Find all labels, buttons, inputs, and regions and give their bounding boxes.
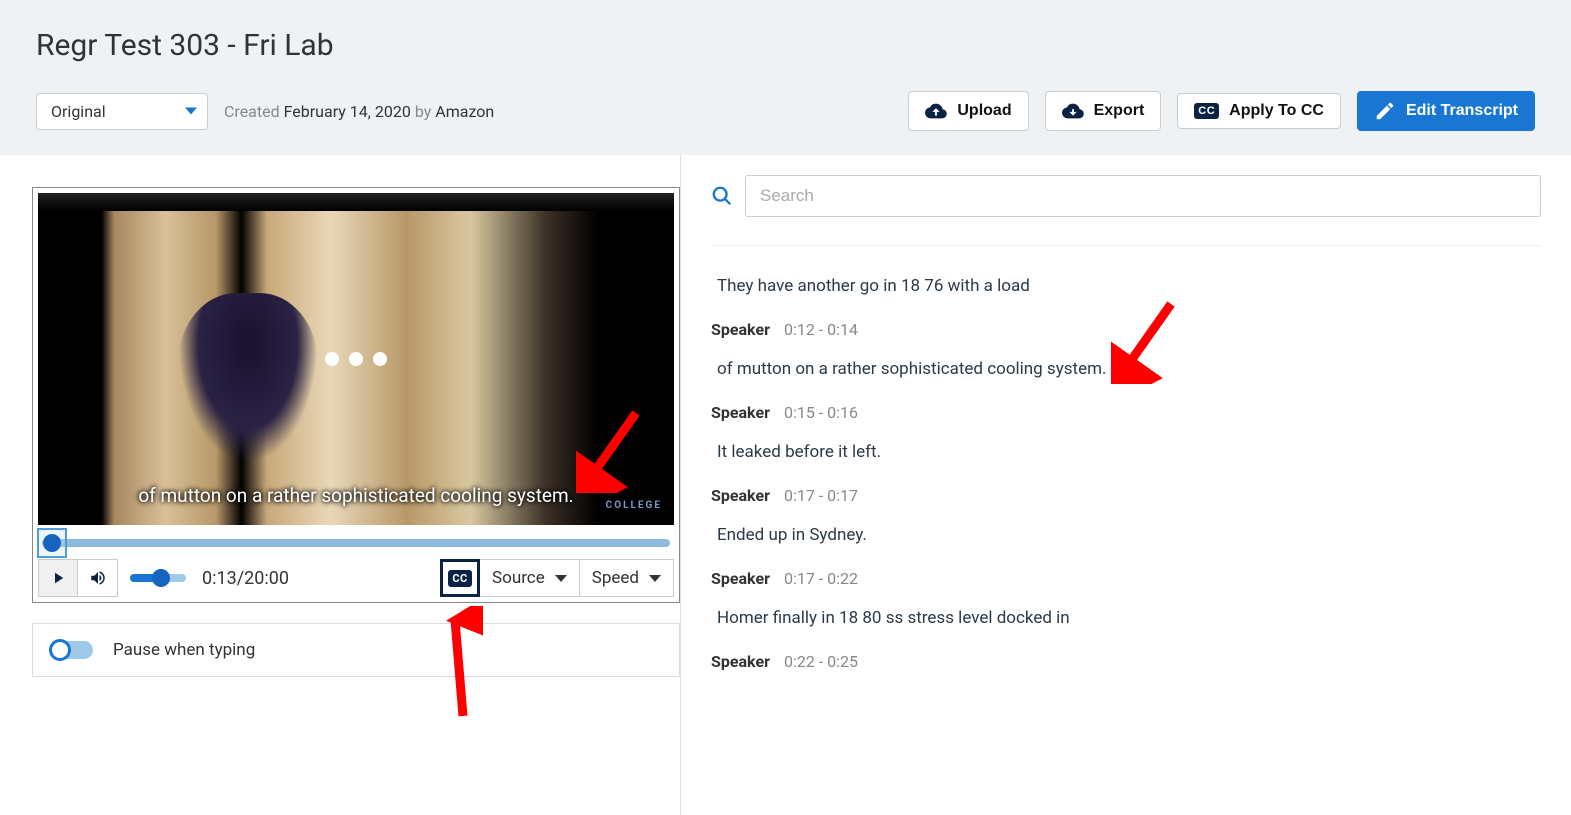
- edit-label: Edit Transcript: [1406, 102, 1518, 120]
- timestamp: 0:15 - 0:16: [784, 403, 858, 422]
- source-label: Source: [492, 568, 545, 588]
- header: Regr Test 303 - Fri Lab Original Created…: [0, 0, 1571, 155]
- caption-overlay: of mutton on a rather sophisticated cool…: [138, 484, 573, 507]
- volume-button[interactable]: [78, 559, 118, 597]
- transcript-scroll[interactable]: They have another go in 18 76 with a loa…: [711, 256, 1541, 756]
- divider: [711, 245, 1541, 246]
- created-text: Created February 14, 2020 by Amazon: [224, 102, 494, 121]
- created-by-prefix: by: [411, 102, 435, 121]
- speed-select[interactable]: Speed: [580, 559, 674, 597]
- speed-label: Speed: [592, 568, 639, 588]
- created-by: Amazon: [435, 102, 494, 121]
- pause-option-row: Pause when typing: [32, 623, 680, 677]
- search-input[interactable]: [745, 175, 1541, 217]
- search-icon: [711, 185, 733, 207]
- video-player: of mutton on a rather sophisticated cool…: [32, 187, 680, 603]
- transcript-line[interactable]: It leaked before it left.: [711, 442, 1523, 462]
- transcript-speaker: Speaker 0:22 - 0:25: [711, 652, 1523, 671]
- speaker-label: Speaker: [711, 569, 770, 588]
- upload-label: Upload: [957, 102, 1011, 120]
- volume-icon: [89, 569, 107, 587]
- play-icon: [49, 569, 67, 587]
- source-select[interactable]: Source: [480, 559, 580, 597]
- timestamp: 0:12 - 0:14: [784, 320, 858, 339]
- play-button[interactable]: [38, 559, 78, 597]
- chevron-down-icon: [555, 575, 567, 582]
- seek-thumb[interactable]: [37, 528, 67, 558]
- chevron-down-icon: [185, 108, 197, 115]
- version-selected: Original: [51, 102, 106, 121]
- cc-icon: CC: [1194, 103, 1219, 119]
- annotation-arrow-caption: [576, 403, 646, 497]
- apply-cc-button[interactable]: CC Apply To CC: [1177, 93, 1341, 129]
- timestamp: 0:22 - 0:25: [784, 652, 858, 671]
- volume-slider[interactable]: [130, 574, 186, 582]
- search-row: [711, 175, 1541, 235]
- speaker-label: Speaker: [711, 486, 770, 505]
- transcript-line[interactable]: Homer finally in 18 80 ss stress level d…: [711, 608, 1523, 628]
- upload-button[interactable]: Upload: [908, 91, 1028, 131]
- cloud-upload-icon: [925, 100, 947, 122]
- speaker-label: Speaker: [711, 652, 770, 671]
- chevron-down-icon: [649, 575, 661, 582]
- left-pane: of mutton on a rather sophisticated cool…: [0, 155, 680, 815]
- transcript-speaker: Speaker 0:17 - 0:22: [711, 569, 1523, 588]
- export-label: Export: [1094, 102, 1145, 120]
- transcript-line[interactable]: They have another go in 18 76 with a loa…: [711, 276, 1523, 296]
- main: of mutton on a rather sophisticated cool…: [0, 155, 1571, 815]
- time-display: 0:13/20:00: [202, 568, 289, 589]
- transcript-speaker: Speaker 0:15 - 0:16: [711, 403, 1523, 422]
- edit-transcript-button[interactable]: Edit Transcript: [1357, 91, 1535, 131]
- created-date: February 14, 2020: [284, 102, 411, 121]
- annotation-arrow-transcript: [1111, 294, 1181, 388]
- speaker-label: Speaker: [711, 403, 770, 422]
- speaker-label: Speaker: [711, 320, 770, 339]
- page-title: Regr Test 303 - Fri Lab: [36, 28, 1535, 63]
- created-prefix: Created: [224, 102, 284, 121]
- transcript-speaker: Speaker 0:17 - 0:17: [711, 486, 1523, 505]
- export-button[interactable]: Export: [1045, 91, 1162, 131]
- annotation-arrow-cc: [413, 606, 483, 730]
- player-controls: 0:13/20:00 CC Source Speed: [38, 559, 674, 597]
- timestamp: 0:17 - 0:17: [784, 486, 858, 505]
- timestamp: 0:17 - 0:22: [784, 569, 858, 588]
- loading-indicator: [325, 352, 387, 366]
- apply-cc-label: Apply To CC: [1229, 102, 1324, 120]
- pause-label: Pause when typing: [113, 640, 255, 660]
- version-select[interactable]: Original: [36, 93, 208, 130]
- transcript-line[interactable]: Ended up in Sydney.: [711, 525, 1523, 545]
- cloud-download-icon: [1062, 100, 1084, 122]
- pause-toggle[interactable]: [51, 641, 93, 659]
- header-row: Original Created February 14, 2020 by Am…: [36, 91, 1535, 131]
- cc-toggle-button[interactable]: CC: [440, 559, 480, 597]
- pencil-icon: [1374, 100, 1396, 122]
- cc-icon: CC: [448, 570, 471, 587]
- right-pane: They have another go in 18 76 with a loa…: [680, 155, 1571, 815]
- watermark: COLLEGE: [606, 500, 662, 511]
- seek-bar[interactable]: [42, 539, 670, 547]
- video-surface[interactable]: of mutton on a rather sophisticated cool…: [38, 193, 674, 525]
